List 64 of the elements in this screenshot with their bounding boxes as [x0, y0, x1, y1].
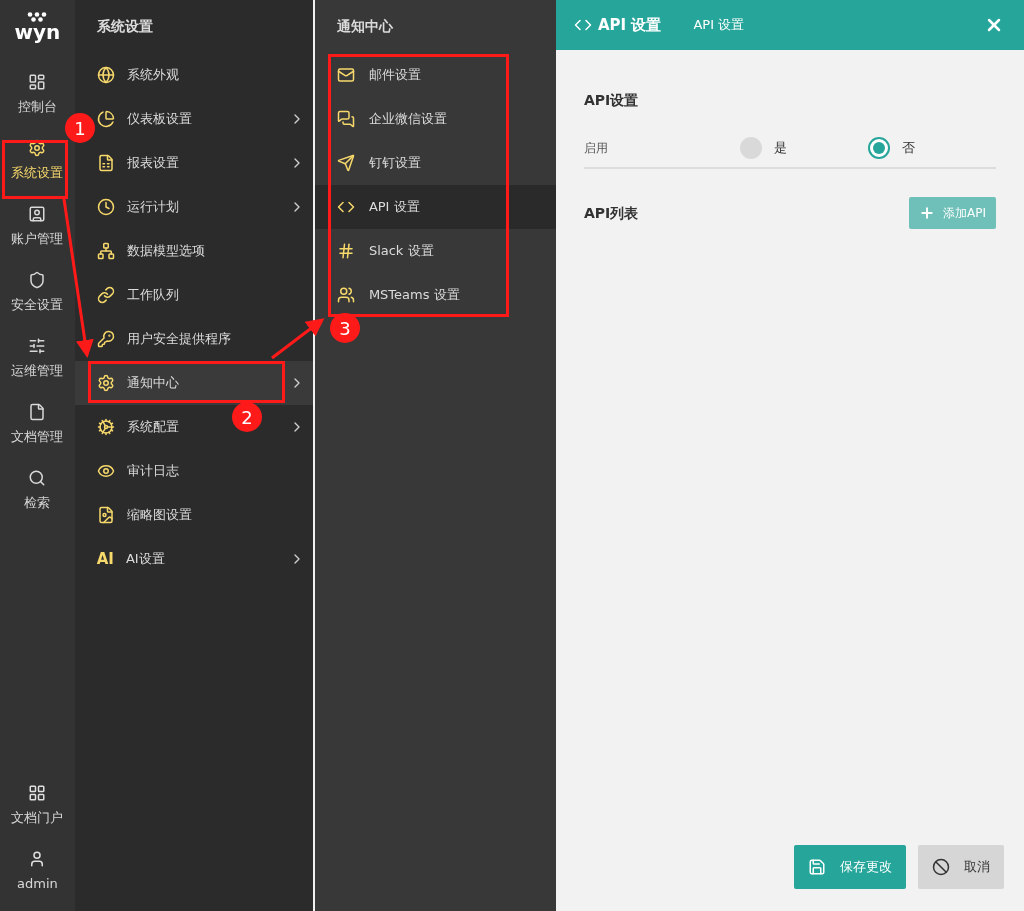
menu-item[interactable]: 钉钉设置 — [314, 141, 556, 185]
spreadsheet-icon — [96, 154, 115, 172]
menu-item[interactable]: 用户安全提供程序 — [126, 331, 231, 347]
mail-icon — [336, 66, 355, 84]
gear-icon — [96, 418, 115, 436]
menu-item[interactable]: 审计日志 — [126, 463, 179, 479]
radio-button[interactable] — [868, 137, 890, 159]
paper-plane-icon — [336, 154, 355, 172]
clock-icon — [96, 198, 115, 216]
section-title: API列表 — [584, 203, 639, 223]
file-icon — [28, 403, 47, 422]
menu-item[interactable]: 数据模型选项 — [126, 243, 205, 259]
section-title: API设置 — [584, 91, 640, 110]
image-file-icon — [96, 506, 115, 524]
logo[interactable]: wyn — [14, 12, 61, 42]
menu-item[interactable]: 报表设置 — [126, 155, 179, 171]
nav-item[interactable]: admin — [0, 839, 75, 905]
field-label: 启用 — [584, 140, 609, 157]
hash-icon — [336, 242, 355, 260]
network-icon — [96, 242, 115, 260]
arrow — [271, 318, 325, 360]
menu-item[interactable]: 企业微信设置 — [314, 97, 556, 141]
menu-item[interactable]: Slack 设置 — [314, 229, 556, 273]
users-icon — [336, 286, 355, 304]
menu-item[interactable]: 工作队列 — [126, 287, 179, 303]
menu-title: 通知中心 — [335, 17, 394, 36]
link-icon — [96, 286, 115, 304]
panel-title: API 设置 — [598, 14, 662, 36]
ai-icon: AI — [96, 551, 114, 567]
shield-icon — [28, 271, 47, 290]
pie-chart-icon — [96, 110, 115, 128]
menu-item[interactable]: AI设置 — [125, 551, 165, 567]
menu-item[interactable]: 仪表板设置 — [126, 111, 192, 127]
gear-icon — [96, 374, 115, 392]
highlight-frame — [2, 140, 68, 199]
nav-item[interactable]: 运维管理 — [0, 326, 75, 392]
menu-item[interactable]: 邮件设置 — [314, 53, 556, 97]
radio-option[interactable]: 否 — [868, 137, 996, 159]
nav-item[interactable]: 文档管理 — [0, 392, 75, 458]
plus-icon — [919, 205, 935, 221]
prohibited-icon — [932, 858, 950, 876]
globe-icon — [96, 66, 115, 84]
radio-button[interactable] — [740, 137, 762, 159]
eye-icon — [96, 462, 115, 480]
menu-item[interactable]: 运行计划 — [126, 199, 179, 215]
cancel-button[interactable]: 取消 — [918, 845, 1004, 889]
nav-item[interactable]: 账户管理 — [0, 194, 75, 260]
search-icon — [28, 469, 47, 488]
radio-option[interactable]: 是 — [740, 137, 868, 159]
nav-item[interactable]: 检索 — [0, 458, 75, 524]
menu-title: 系统设置 — [95, 17, 154, 36]
key-icon — [96, 330, 115, 348]
nav-item[interactable]: 文档门户 — [0, 773, 75, 839]
menu-item[interactable]: 系统外观 — [126, 67, 179, 83]
sliders-icon — [28, 337, 47, 356]
menu-item[interactable]: API 设置 — [314, 185, 556, 229]
menu-item[interactable]: 系统配置 — [126, 419, 179, 435]
breadcrumb: API 设置 — [693, 16, 745, 35]
menu-item[interactable]: 缩略图设置 — [126, 507, 192, 523]
chat-bubbles-icon — [336, 110, 355, 128]
dashboard-icon — [28, 73, 47, 92]
id-card-icon — [28, 205, 47, 224]
nav-item[interactable]: 安全设置 — [0, 260, 75, 326]
grid-icon — [28, 784, 47, 803]
